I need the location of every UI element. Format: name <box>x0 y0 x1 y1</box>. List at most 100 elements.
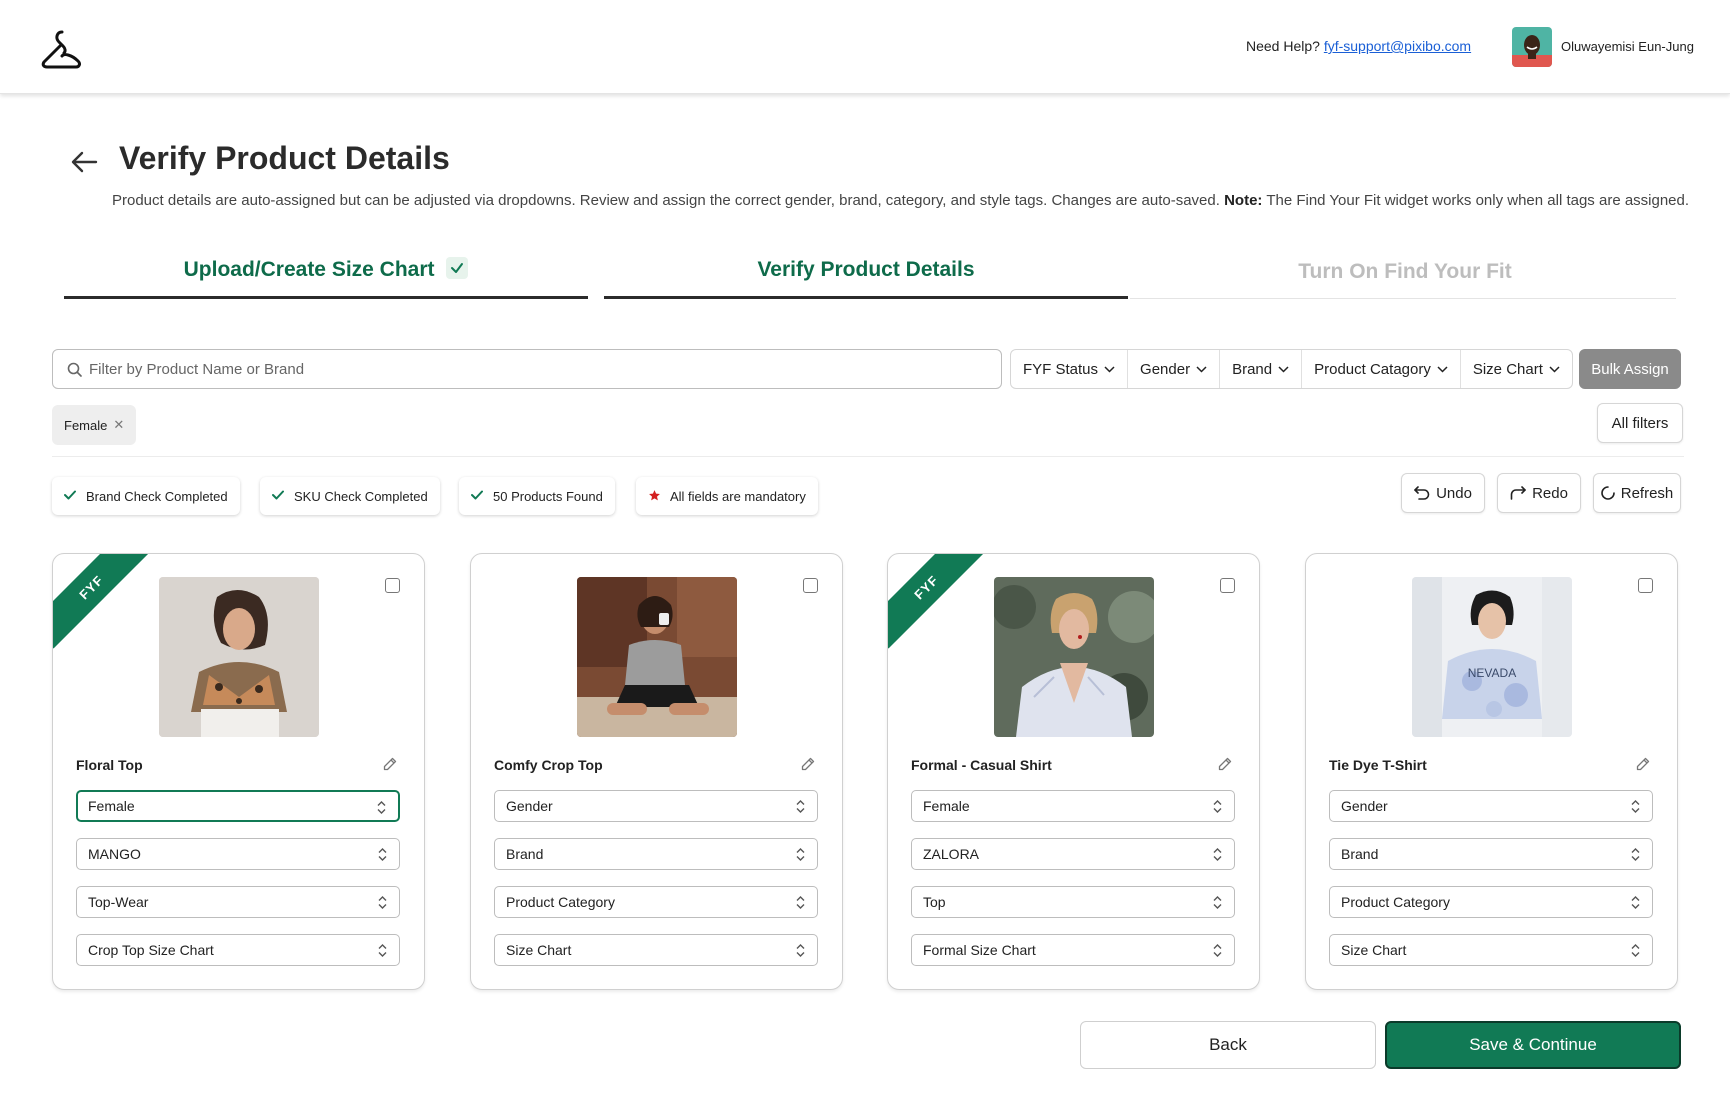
edit-pencil-icon[interactable] <box>801 757 815 771</box>
product-card[interactable]: FYF Formal - Casual Shirt Female ZALORA … <box>887 553 1260 990</box>
back-arrow-icon[interactable] <box>70 150 98 174</box>
product-card[interactable]: NEVADA Tie Dye T-Shirt Gender Brand Prod… <box>1305 553 1678 990</box>
step-complete-check-icon <box>446 257 469 280</box>
gender-select[interactable]: Female <box>76 790 400 822</box>
undo-label: Undo <box>1436 484 1472 502</box>
size-chart-select[interactable]: Size Chart <box>494 934 818 966</box>
logo-icon[interactable] <box>38 24 86 72</box>
chevron-up-down-icon <box>1213 800 1222 813</box>
chevron-up-down-icon <box>1213 848 1222 861</box>
pill-label: 50 Products Found <box>493 488 603 504</box>
search-input[interactable] <box>89 350 989 388</box>
filter-fyf-status[interactable]: FYF Status <box>1011 350 1129 388</box>
select-checkbox[interactable] <box>1220 578 1235 593</box>
filter-dropdown-group: FYF Status Gender Brand Product Catagory… <box>1010 349 1573 389</box>
gender-select[interactable]: Gender <box>494 790 818 822</box>
select-value: Gender <box>506 798 553 814</box>
redo-button[interactable]: Redo <box>1497 473 1581 513</box>
edit-pencil-icon[interactable] <box>1636 757 1650 771</box>
refresh-label: Refresh <box>1620 484 1674 502</box>
select-value: Female <box>88 798 135 814</box>
chevron-up-down-icon <box>796 848 805 861</box>
chevron-up-down-icon <box>1213 944 1222 957</box>
select-checkbox[interactable] <box>385 578 400 593</box>
refresh-button[interactable]: Refresh <box>1593 473 1681 513</box>
note-label: Note: <box>1224 192 1263 209</box>
fyf-ribbon: FYF <box>888 554 988 649</box>
filter-gender[interactable]: Gender <box>1128 350 1221 388</box>
edit-pencil-icon[interactable] <box>1218 757 1232 771</box>
brand-select[interactable]: Brand <box>1329 838 1653 870</box>
user-name[interactable]: Oluwayemisi Eun-Jung <box>1561 39 1694 54</box>
chevron-up-down-icon <box>1631 896 1640 909</box>
filter-label: FYF Status <box>1023 360 1099 378</box>
brand-select[interactable]: Brand <box>494 838 818 870</box>
category-select[interactable]: Top <box>911 886 1235 918</box>
category-select[interactable]: Product Category <box>1329 886 1653 918</box>
edit-pencil-icon[interactable] <box>383 757 397 771</box>
filter-product-category[interactable]: Product Catagory <box>1302 350 1461 388</box>
undo-icon <box>1414 486 1430 500</box>
product-name: Tie Dye T-Shirt <box>1329 757 1427 773</box>
note-text: The Find Your Fit widget works only when… <box>1266 192 1690 209</box>
search-icon <box>67 362 82 377</box>
back-button[interactable]: Back <box>1080 1021 1376 1069</box>
step-progress-line <box>604 296 1128 299</box>
chevron-up-down-icon <box>377 801 386 814</box>
filter-brand[interactable]: Brand <box>1220 350 1303 388</box>
step-upload-size-chart[interactable]: Upload/Create Size Chart <box>64 257 588 282</box>
undo-button[interactable]: Undo <box>1401 473 1485 513</box>
support-email-link[interactable]: fyf-support@pixibo.com <box>1324 38 1471 54</box>
search-field[interactable] <box>52 349 1002 389</box>
close-icon[interactable]: ✕ <box>113 417 124 433</box>
product-name: Formal - Casual Shirt <box>911 757 1052 773</box>
active-filter-chip[interactable]: Female ✕ <box>52 405 137 445</box>
select-checkbox[interactable] <box>1638 578 1653 593</box>
step-verify-product-details[interactable]: Verify Product Details <box>604 258 1128 282</box>
gender-select[interactable]: Female <box>911 790 1235 822</box>
help-prefix: Need Help? <box>1246 38 1320 54</box>
svg-text:NEVADA: NEVADA <box>1468 666 1516 680</box>
step-turn-on-fyf[interactable]: Turn On Find Your Fit <box>1130 260 1680 284</box>
chevron-down-icon <box>1549 365 1560 373</box>
status-pill-brand-check: Brand Check Completed <box>52 477 240 515</box>
refresh-icon <box>1600 486 1615 500</box>
top-bar: Need Help? fyf-support@pixibo.com Oluway… <box>0 0 1730 94</box>
select-value: Formal Size Chart <box>923 942 1036 958</box>
product-image <box>577 577 737 737</box>
check-icon <box>272 490 284 500</box>
product-card[interactable]: FYF Floral Top Female MANGO Top-Wear Cro… <box>52 553 425 990</box>
filter-label: Brand <box>1232 360 1273 378</box>
filter-size-chart[interactable]: Size Chart <box>1461 350 1572 388</box>
select-checkbox[interactable] <box>803 578 818 593</box>
chevron-up-down-icon <box>1631 944 1640 957</box>
filter-label: Product Catagory <box>1314 360 1431 378</box>
chevron-down-icon <box>1437 365 1448 373</box>
product-card[interactable]: Comfy Crop Top Gender Brand Product Cate… <box>470 553 843 990</box>
select-value: Female <box>923 798 970 814</box>
avatar[interactable] <box>1512 27 1552 67</box>
check-icon <box>64 490 76 500</box>
category-select[interactable]: Top-Wear <box>76 886 400 918</box>
gender-select[interactable]: Gender <box>1329 790 1653 822</box>
bulk-assign-button[interactable]: Bulk Assign <box>1579 349 1681 389</box>
save-continue-button[interactable]: Save & Continue <box>1385 1021 1681 1069</box>
category-select[interactable]: Product Category <box>494 886 818 918</box>
pill-label: All fields are mandatory <box>670 488 806 504</box>
status-pill-products-found: 50 Products Found <box>459 477 615 515</box>
chevron-up-down-icon <box>796 944 805 957</box>
select-value: MANGO <box>88 846 141 862</box>
check-icon <box>471 490 483 500</box>
size-chart-select[interactable]: Crop Top Size Chart <box>76 934 400 966</box>
all-filters-button[interactable]: All filters <box>1597 403 1683 443</box>
redo-icon <box>1510 486 1526 500</box>
chevron-down-icon <box>1278 365 1289 373</box>
select-value: Brand <box>506 846 544 862</box>
chevron-down-icon <box>1104 365 1115 373</box>
size-chart-select[interactable]: Formal Size Chart <box>911 934 1235 966</box>
size-chart-select[interactable]: Size Chart <box>1329 934 1653 966</box>
brand-select[interactable]: ZALORA <box>911 838 1235 870</box>
brand-select[interactable]: MANGO <box>76 838 400 870</box>
page-title: Verify Product Details <box>119 140 450 176</box>
select-value: Size Chart <box>1341 942 1407 958</box>
